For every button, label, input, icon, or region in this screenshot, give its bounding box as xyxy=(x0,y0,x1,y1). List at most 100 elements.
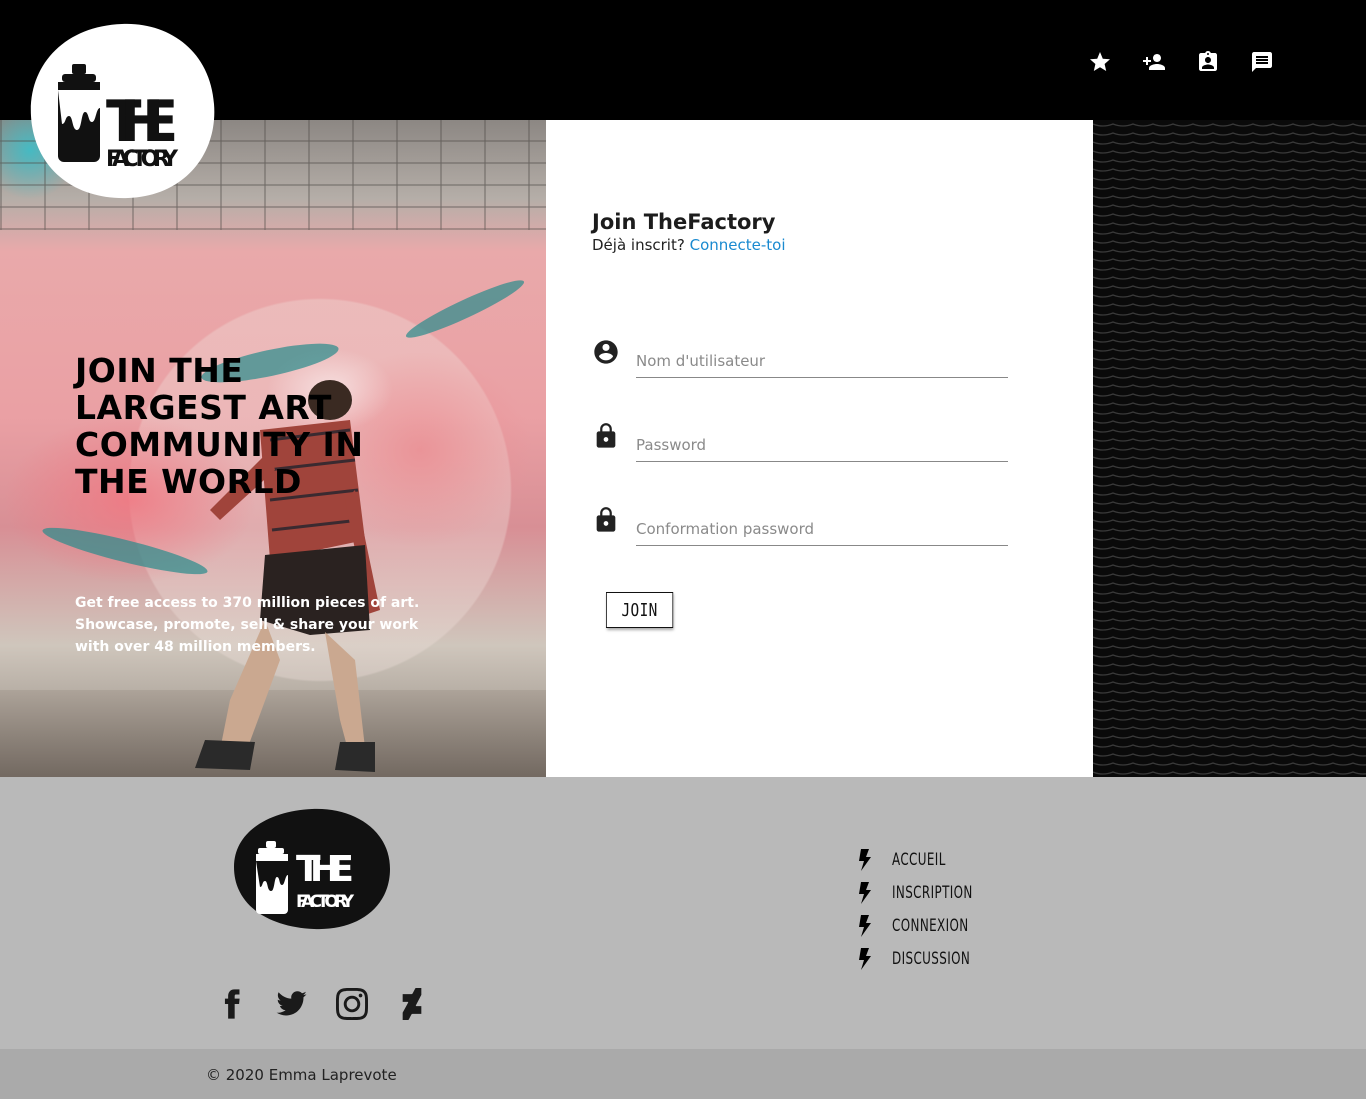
footer-link-connexion[interactable]: CONNEXION xyxy=(858,909,996,942)
password-field-group xyxy=(592,422,1008,466)
star-icon[interactable] xyxy=(1088,48,1112,76)
username-input[interactable] xyxy=(636,338,1008,378)
wave-line xyxy=(1093,618,1366,622)
wave-line xyxy=(1093,645,1366,649)
wave-line xyxy=(1093,456,1366,460)
contact-card-icon[interactable] xyxy=(1196,48,1220,76)
add-user-icon[interactable] xyxy=(1142,48,1166,76)
wave-line xyxy=(1093,375,1366,379)
footer-link-discussion[interactable]: DISCUSSION xyxy=(858,942,996,975)
wave-line xyxy=(1093,222,1366,226)
wave-line xyxy=(1093,267,1366,271)
instagram-icon[interactable] xyxy=(335,987,369,1021)
wave-line xyxy=(1093,672,1366,676)
wave-line xyxy=(1093,474,1366,478)
wave-line xyxy=(1093,492,1366,496)
footer-logo[interactable]: THE FACTORY xyxy=(232,807,392,931)
wave-line xyxy=(1093,168,1366,172)
wave-line xyxy=(1093,240,1366,244)
wave-line xyxy=(1093,654,1366,658)
hero-image-panel: JOIN THE LARGEST ART COMMUNITY IN THE WO… xyxy=(0,120,546,777)
wave-line xyxy=(1093,285,1366,289)
bolt-icon xyxy=(858,848,872,871)
wave-line xyxy=(1093,501,1366,505)
account-circle-icon xyxy=(592,338,620,366)
wave-line xyxy=(1093,537,1366,541)
wave-line xyxy=(1093,420,1366,424)
wave-line xyxy=(1093,195,1366,199)
copyright-text: © 2020 Emma Laprevote xyxy=(206,1066,397,1084)
wave-line xyxy=(1093,411,1366,415)
wave-line xyxy=(1093,708,1366,712)
lock-icon xyxy=(592,422,620,450)
wave-line xyxy=(1093,357,1366,361)
wave-line xyxy=(1093,483,1366,487)
confirm-password-field-group xyxy=(592,506,1008,550)
signup-form-panel: Join TheFactory Déjà inscrit? Connecte-t… xyxy=(546,120,1093,777)
wave-line xyxy=(1093,636,1366,640)
wave-line xyxy=(1093,402,1366,406)
wave-line xyxy=(1093,690,1366,694)
copyright-bar: © 2020 Emma Laprevote xyxy=(0,1049,1366,1099)
lock-icon xyxy=(592,506,620,534)
wave-line xyxy=(1093,681,1366,685)
wave-line xyxy=(1093,699,1366,703)
logo[interactable]: THE FACTORY xyxy=(28,20,216,202)
wave-line xyxy=(1093,528,1366,532)
already-registered-text: Déjà inscrit? xyxy=(592,236,690,254)
bolt-icon xyxy=(858,914,872,937)
wave-line xyxy=(1093,519,1366,523)
deviantart-icon[interactable] xyxy=(395,987,429,1021)
logo-word-the: THE xyxy=(106,88,178,155)
wave-line xyxy=(1093,564,1366,568)
wave-line xyxy=(1093,627,1366,631)
logo-word-factory: FACTORY xyxy=(106,147,179,172)
wave-line xyxy=(1093,339,1366,343)
hero-title: JOIN THE LARGEST ART COMMUNITY IN THE WO… xyxy=(75,351,364,501)
login-link[interactable]: Connecte-toi xyxy=(690,236,786,254)
wave-line xyxy=(1093,132,1366,136)
wave-line xyxy=(1093,276,1366,280)
wave-pattern-panel xyxy=(1093,120,1366,777)
wave-line xyxy=(1093,330,1366,334)
footer-nav: ACCUEIL INSCRIPTION CONNEXION DISCUSSION xyxy=(858,843,996,975)
wave-line xyxy=(1093,384,1366,388)
confirm-password-input[interactable] xyxy=(636,506,1008,546)
wave-line xyxy=(1093,762,1366,766)
wave-line xyxy=(1093,186,1366,190)
wave-line xyxy=(1093,582,1366,586)
username-field-group xyxy=(592,338,1008,382)
nav-icons xyxy=(1088,48,1274,76)
wave-line xyxy=(1093,726,1366,730)
footer-link-inscription[interactable]: INSCRIPTION xyxy=(858,876,996,909)
wave-line xyxy=(1093,735,1366,739)
join-button[interactable]: JOIN xyxy=(606,592,674,628)
hero-subtitle: Get free access to 370 million pieces of… xyxy=(75,595,420,655)
facebook-icon[interactable] xyxy=(215,987,249,1021)
footer-link-label: CONNEXION xyxy=(892,915,969,936)
wave-line xyxy=(1093,204,1366,208)
wave-line xyxy=(1093,465,1366,469)
wave-line xyxy=(1093,312,1366,316)
wave-line xyxy=(1093,429,1366,433)
wave-line xyxy=(1093,663,1366,667)
footer: THE FACTORY ACCUEIL INSCRIPTION CONNEXIO… xyxy=(0,777,1366,1049)
wave-line xyxy=(1093,258,1366,262)
footer-link-label: ACCUEIL xyxy=(892,849,946,870)
wave-line xyxy=(1093,744,1366,748)
wave-pattern xyxy=(1093,123,1366,775)
bolt-icon xyxy=(858,947,872,970)
twitter-icon[interactable] xyxy=(275,987,309,1021)
footer-logo-word-factory: FACTORY xyxy=(296,892,355,912)
wave-line xyxy=(1093,591,1366,595)
message-icon[interactable] xyxy=(1250,48,1274,76)
wave-line xyxy=(1093,303,1366,307)
wave-line xyxy=(1093,366,1366,370)
social-links xyxy=(215,987,429,1021)
wave-line xyxy=(1093,321,1366,325)
footer-link-accueil[interactable]: ACCUEIL xyxy=(858,843,996,876)
wave-line xyxy=(1093,177,1366,181)
password-input[interactable] xyxy=(636,422,1008,462)
wave-line xyxy=(1093,231,1366,235)
form-title: Join TheFactory xyxy=(592,210,776,234)
